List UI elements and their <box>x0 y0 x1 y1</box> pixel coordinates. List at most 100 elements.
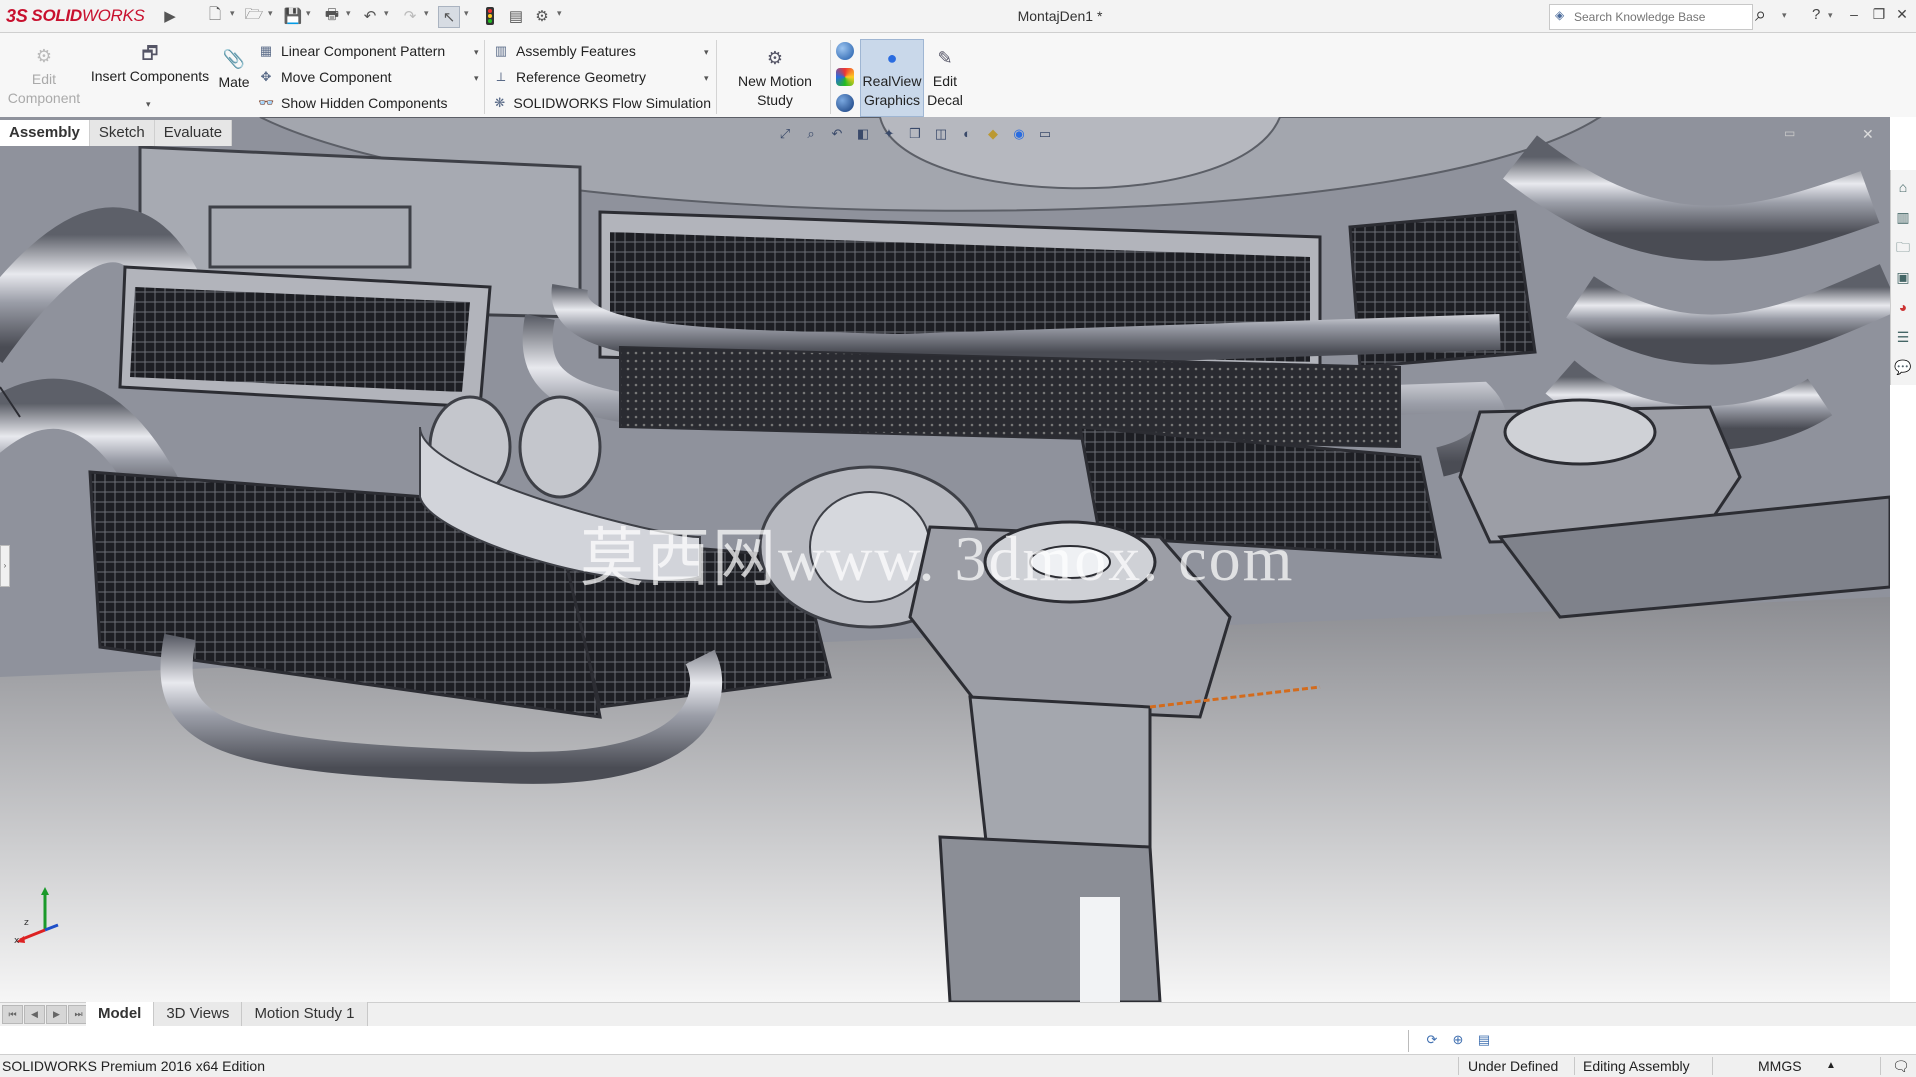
appearances-sphere-icon[interactable] <box>836 42 854 60</box>
viewport-close-icon[interactable]: ✕ <box>1862 126 1874 143</box>
redo-dropdown-caret[interactable]: ▾ <box>424 8 429 19</box>
undo-icon[interactable]: ↶ <box>360 6 380 26</box>
print-icon[interactable]: 🖶 <box>322 6 342 26</box>
tab-model[interactable]: Model <box>86 1002 155 1026</box>
assembly-features-caret[interactable]: ▾ <box>704 47 709 58</box>
zoom-to-area-icon[interactable]: ⌕ <box>801 124 821 144</box>
linear-pattern-caret[interactable]: ▾ <box>474 47 479 58</box>
tab-assembly[interactable]: Assembly <box>0 120 90 146</box>
status-divider <box>1712 1057 1713 1075</box>
file-properties-icon[interactable]: ▤ <box>506 6 526 26</box>
collaboration-icon[interactable]: ⊕ <box>1448 1030 1468 1050</box>
minimize-button[interactable]: – <box>1843 6 1865 26</box>
status-bar: SOLIDWORKS Premium 2016 x64 Edition Unde… <box>0 1054 1916 1077</box>
open-dropdown-caret[interactable]: ▾ <box>268 8 273 19</box>
display-style-icon[interactable]: ◫ <box>931 124 951 144</box>
zoom-to-fit-icon[interactable]: ⤢ <box>775 124 795 144</box>
redo-icon[interactable]: ↷ <box>400 6 420 26</box>
tab-sketch[interactable]: Sketch <box>89 120 155 146</box>
play-arrow-icon[interactable]: ▶ <box>160 6 180 26</box>
solidworks-logo[interactable]: 3S SOLIDWORKS <box>6 2 154 30</box>
edit-decal-button[interactable]: ✎ Edit Decal <box>924 48 966 110</box>
dynamic-annotation-icon[interactable]: ✦ <box>879 124 899 144</box>
appearances-scenes-icon[interactable]: ◕ <box>1891 294 1915 320</box>
assembly-features-label: Assembly Features <box>516 43 636 59</box>
options-gear-icon[interactable]: ⚙ <box>532 6 552 26</box>
open-folder-icon[interactable]: 🗁 <box>244 6 264 26</box>
undo-dropdown-caret[interactable]: ▾ <box>384 8 389 19</box>
flow-simulation-button[interactable]: ❋ SOLIDWORKS Flow Simulation <box>493 92 711 114</box>
show-hidden-components-button[interactable]: 👓 Show Hidden Components <box>258 92 483 114</box>
restore-button[interactable]: ❐ <box>1868 6 1890 26</box>
search-input[interactable] <box>1572 9 1726 25</box>
section-view-icon[interactable]: ◧ <box>853 124 873 144</box>
edit-appearance-icon[interactable]: ◆ <box>983 124 1003 144</box>
quick-tips-icon[interactable]: ▤ <box>1474 1030 1494 1050</box>
prev-tab-icon[interactable]: ◀ <box>24 1005 45 1024</box>
feature-manager-flyout-handle[interactable]: › <box>0 545 10 587</box>
tab-evaluate[interactable]: Evaluate <box>154 120 233 146</box>
search-knowledge-base[interactable]: ◈ <box>1549 4 1753 30</box>
view-orientation-icon[interactable]: ❒ <box>905 124 925 144</box>
move-component-button[interactable]: ✥ Move Component <box>258 66 483 88</box>
new-motion-study-button[interactable]: ⚙ New Motion Study <box>724 48 826 110</box>
insert-components-button[interactable]: 🗗 Insert Components <box>88 42 212 86</box>
edit-decal-label: Edit Decal <box>927 73 963 108</box>
reference-geometry-icon: ⟂ <box>496 69 506 84</box>
options-dropdown-caret[interactable]: ▾ <box>557 8 562 19</box>
help-dropdown-caret[interactable]: ▾ <box>1828 10 1833 21</box>
realview-graphics-button[interactable]: ● RealView Graphics <box>860 39 924 117</box>
traffic-light-icon[interactable] <box>480 6 500 26</box>
close-button[interactable]: ✕ <box>1891 6 1913 26</box>
reference-geometry-label: Reference Geometry <box>516 69 646 85</box>
view-settings-icon[interactable]: ▭ <box>1035 124 1055 144</box>
new-dropdown-caret[interactable]: ▾ <box>230 8 235 19</box>
move-component-caret[interactable]: ▾ <box>474 73 479 84</box>
unit-system-caret[interactable]: ▲ <box>1826 1060 1836 1071</box>
forum-icon[interactable]: 💬 <box>1891 354 1915 380</box>
select-dropdown-caret[interactable]: ▾ <box>464 8 469 19</box>
display-sphere-icon[interactable] <box>836 94 854 112</box>
apply-scene-icon[interactable]: ◉ <box>1009 124 1029 144</box>
save-dropdown-caret[interactable]: ▾ <box>306 8 311 19</box>
graphics-area[interactable]: 莫西网www. 3dmox. com <box>0 117 1890 1002</box>
chat-icon[interactable]: 🗨 <box>1892 1058 1910 1075</box>
solidworks-resources-icon: ◈ <box>1555 8 1565 22</box>
mate-button[interactable]: 📎 Mate <box>214 50 254 92</box>
scenes-icon[interactable] <box>836 68 854 86</box>
flow-simulation-label: SOLIDWORKS Flow Simulation <box>513 95 711 111</box>
tab-3d-views[interactable]: 3D Views <box>154 1002 243 1026</box>
viewport-minimize-icon[interactable]: ▭ <box>1784 126 1795 140</box>
brand-name: SOLIDWORKS <box>31 6 145 25</box>
search-dropdown-caret[interactable]: ▾ <box>1782 10 1787 21</box>
reference-geometry-caret[interactable]: ▾ <box>704 73 709 84</box>
solidworks-resources-icon[interactable]: ⌂ <box>1891 174 1915 200</box>
previous-view-icon[interactable]: ↶ <box>827 124 847 144</box>
save-icon[interactable]: 💾 <box>283 6 303 26</box>
rebuild-icon[interactable]: ⟳ <box>1422 1030 1442 1050</box>
insert-components-caret[interactable]: ▾ <box>146 99 151 110</box>
view-palette-icon[interactable]: ▣ <box>1891 264 1915 290</box>
print-dropdown-caret[interactable]: ▾ <box>346 8 351 19</box>
new-document-icon[interactable]: 🗋 <box>205 6 225 26</box>
custom-properties-icon[interactable]: ☰ <box>1891 324 1915 350</box>
tab-scroll-buttons: ⏮ ◀ ▶ ⏭ <box>2 1005 89 1024</box>
linear-component-pattern-button[interactable]: ▦ Linear Component Pattern <box>258 40 483 62</box>
file-explorer-icon[interactable]: 🗀 <box>1891 234 1915 260</box>
ribbon-separator <box>484 40 485 114</box>
design-library-icon[interactable]: ▥ <box>1891 204 1915 230</box>
edit-component-button[interactable]: ⚙ Edit Component <box>4 47 84 108</box>
search-icon[interactable]: ⌕ <box>1755 4 1766 27</box>
next-tab-icon[interactable]: ▶ <box>46 1005 67 1024</box>
assembly-features-button[interactable]: ▥ Assembly Features <box>493 40 711 62</box>
reference-geometry-button[interactable]: ⟂ Reference Geometry <box>493 66 711 88</box>
tab-motion-study-1[interactable]: Motion Study 1 <box>242 1002 368 1026</box>
first-tab-icon[interactable]: ⏮ <box>2 1005 23 1024</box>
unit-system[interactable]: MMGS <box>1758 1058 1802 1074</box>
heads-up-view-toolbar: ⤢ ⌕ ↶ ◧ ✦ ❒ ◫ ◐ ◆ ◉ ▭ <box>775 123 1055 145</box>
hide-show-items-icon[interactable]: ◐ <box>957 124 977 144</box>
select-pointer-icon[interactable]: ↖ <box>438 6 460 28</box>
svg-text:x: x <box>14 936 20 945</box>
editing-mode: Editing Assembly <box>1583 1058 1690 1074</box>
help-button[interactable]: ? <box>1812 6 1820 23</box>
